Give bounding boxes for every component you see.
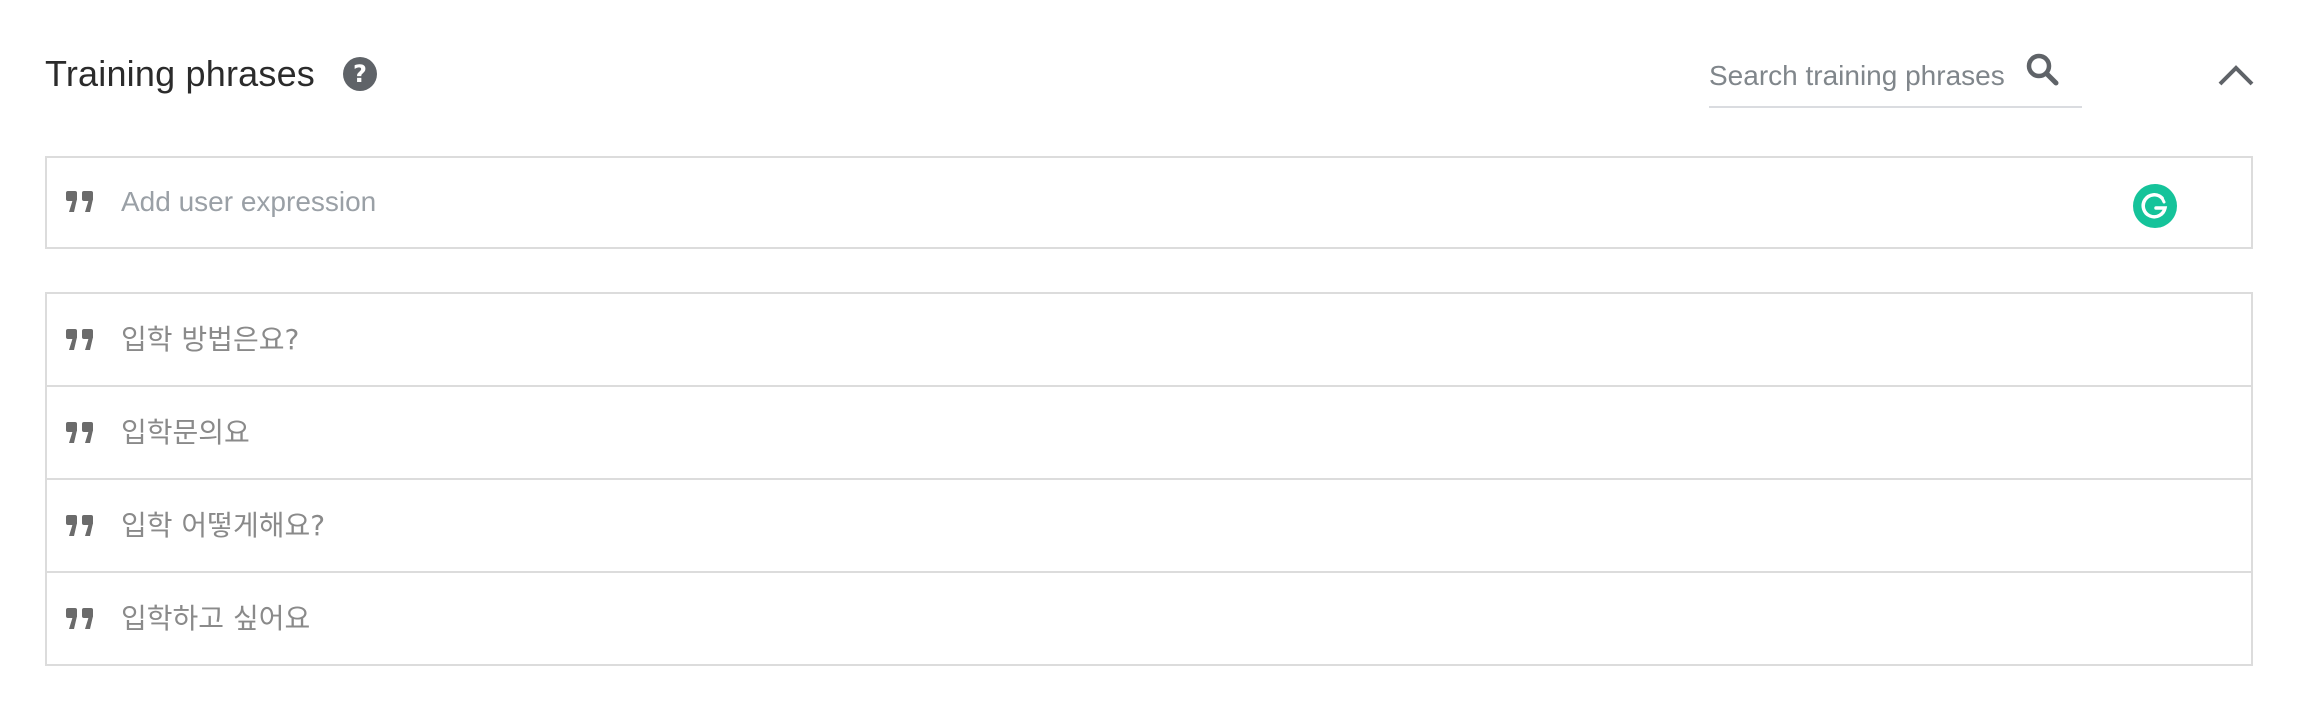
quote-icon <box>66 608 93 629</box>
grammarly-icon[interactable] <box>2133 184 2177 228</box>
add-expression-box <box>45 156 2253 249</box>
quote-icon <box>66 515 93 536</box>
training-phrase-row[interactable]: 입학문의요 <box>47 387 2251 480</box>
training-phrase-text[interactable]: 입학 어떻게해요? <box>121 506 325 546</box>
search-icon[interactable] <box>2023 50 2063 90</box>
training-phrase-text[interactable]: 입학문의요 <box>121 413 250 453</box>
search-input[interactable] <box>1709 56 2009 96</box>
search-field <box>1709 50 2082 108</box>
add-expression-input[interactable] <box>121 182 2021 222</box>
training-phrase-row[interactable]: 입학하고 싶어요 <box>47 573 2251 664</box>
help-icon[interactable]: ? <box>343 57 377 91</box>
quote-icon <box>66 329 93 350</box>
quote-icon <box>66 422 93 443</box>
training-phrase-row[interactable]: 입학 어떻게해요? <box>47 480 2251 573</box>
training-phrase-text[interactable]: 입학 방법은요? <box>121 320 299 360</box>
training-phrase-row[interactable]: 입학 방법은요? <box>47 294 2251 387</box>
chevron-up-icon[interactable] <box>2216 60 2256 90</box>
section-title: Training phrases <box>45 53 316 94</box>
training-phrase-list: 입학 방법은요? 입학문의요 입학 어떻게해요? 입학하고 싶어요 <box>45 292 2253 666</box>
quote-icon <box>66 191 93 212</box>
training-phrase-text[interactable]: 입학하고 싶어요 <box>121 599 310 639</box>
